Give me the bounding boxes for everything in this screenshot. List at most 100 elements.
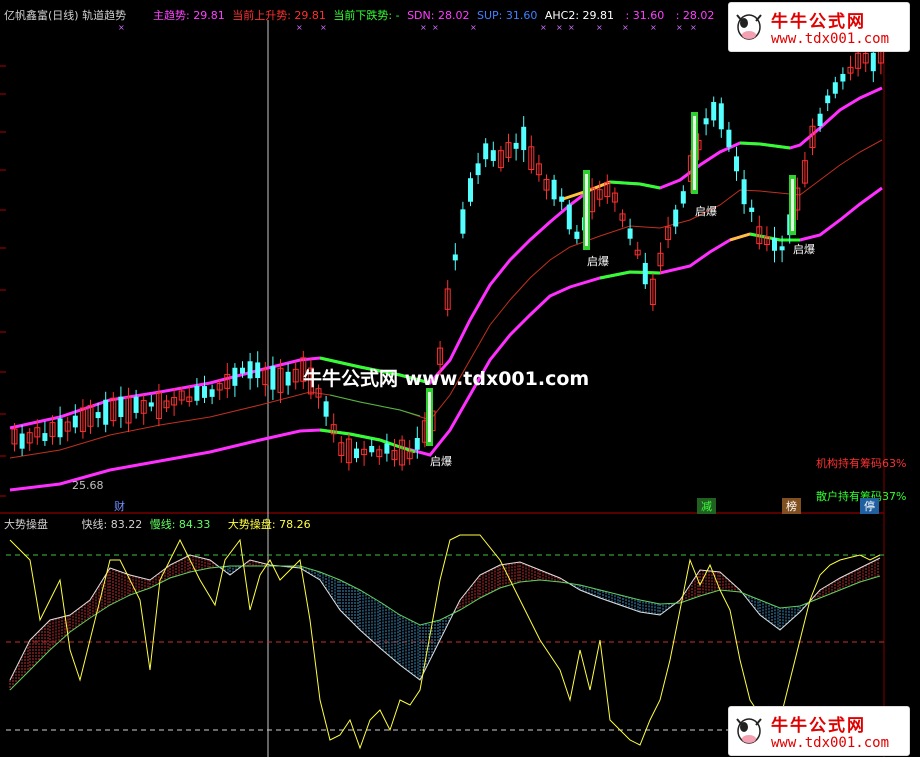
uptrend-value: : 29.81 bbox=[287, 9, 326, 22]
candle-body bbox=[468, 178, 473, 202]
candle-body bbox=[703, 118, 709, 125]
candle-body bbox=[118, 396, 124, 417]
candle-body bbox=[642, 262, 648, 285]
candle-body bbox=[551, 179, 557, 200]
candle-body bbox=[460, 209, 466, 234]
watermark-text: 牛牛公式网 www.tdx001.com bbox=[303, 368, 590, 390]
candle-body bbox=[354, 448, 359, 459]
downtrend-label: 当前下跌势 bbox=[333, 9, 389, 22]
fast-line-value: : 83.22 bbox=[103, 518, 143, 531]
svg-text:×: × bbox=[596, 23, 603, 32]
candle-body bbox=[741, 179, 747, 205]
candle-body bbox=[103, 399, 109, 425]
marker-jian[interactable]: 减 bbox=[697, 498, 716, 514]
svg-text:×: × bbox=[320, 23, 327, 32]
low-price-label: 25.68 bbox=[72, 479, 104, 492]
candle-body bbox=[285, 371, 291, 386]
candle-body bbox=[483, 143, 489, 160]
candle-body bbox=[680, 191, 686, 204]
candle-body bbox=[726, 129, 732, 148]
candle-body bbox=[475, 163, 481, 176]
sup-value: : 31.60 bbox=[498, 9, 538, 22]
candle-body bbox=[870, 52, 876, 72]
cow-logo-icon bbox=[736, 718, 762, 744]
svg-text:×: × bbox=[420, 23, 427, 32]
svg-text:×: × bbox=[650, 23, 657, 32]
candle-body bbox=[72, 415, 78, 428]
marker-ting[interactable]: 停 bbox=[860, 498, 879, 514]
candle-body bbox=[559, 196, 565, 202]
marker-bang[interactable]: 榜 bbox=[782, 498, 801, 514]
marker-cai[interactable]: 财 bbox=[110, 498, 129, 514]
candle-body bbox=[749, 207, 755, 212]
candle-body bbox=[734, 156, 739, 172]
brand-name: 牛牛公式网 bbox=[771, 12, 866, 32]
candle-body bbox=[490, 150, 496, 161]
candle-body bbox=[452, 254, 458, 261]
svg-text:×: × bbox=[676, 23, 683, 32]
candle-body bbox=[209, 389, 215, 397]
candle-body bbox=[270, 366, 276, 390]
svg-text:×: × bbox=[622, 23, 629, 32]
sub-chart-header: 大势操盘 快线: 83.22 慢线: 84.33 大势操盘: 78.26 bbox=[4, 516, 311, 532]
svg-text:×: × bbox=[540, 23, 547, 32]
qibao-label-2: 启爆 bbox=[587, 255, 609, 268]
ahc2-label: AHC2 bbox=[544, 9, 576, 22]
svg-text:×: × bbox=[556, 23, 563, 32]
candle-body bbox=[148, 402, 154, 407]
candle-body bbox=[369, 445, 375, 453]
ahc2-value: : 29.81 bbox=[575, 9, 615, 22]
signal-candle-core bbox=[791, 179, 794, 231]
candle-body bbox=[772, 238, 777, 251]
brand-url: www.tdx001.com bbox=[771, 31, 890, 47]
candle-body bbox=[57, 418, 63, 438]
main-trend-label: 主趋势 bbox=[153, 9, 186, 22]
qibao-label-4: 启爆 bbox=[793, 243, 815, 256]
main-trend-value: : 29.81 bbox=[186, 9, 225, 22]
slow-line-value: : 84.33 bbox=[171, 518, 211, 531]
indicator-values: 主趋势: 29.81 当前上升势: 29.81 当前下跌势: - SDN: 28… bbox=[153, 7, 714, 23]
upper-band-value: : 31.60 bbox=[625, 9, 665, 22]
signal-candle-core bbox=[428, 392, 431, 442]
qibao-label-3: 启爆 bbox=[695, 205, 717, 218]
candle-body bbox=[817, 113, 823, 127]
brand-badge-bottom[interactable]: 牛牛公式网 www.tdx001.com bbox=[728, 706, 910, 756]
svg-text:×: × bbox=[432, 23, 439, 32]
lower-band-value: : 28.02 bbox=[675, 9, 715, 22]
signal-candle-core bbox=[693, 116, 696, 190]
candle-body bbox=[574, 231, 580, 239]
downtrend-value: : - bbox=[388, 9, 400, 22]
brand-badge-top[interactable]: 牛牛公式网 www.tdx001.com bbox=[728, 2, 910, 52]
candle-body bbox=[42, 433, 48, 441]
candle-body bbox=[414, 437, 420, 450]
candle-body bbox=[711, 102, 717, 121]
candle-body bbox=[255, 362, 261, 379]
candle-body bbox=[202, 386, 207, 398]
uptrend-label: 当前上升势 bbox=[232, 9, 288, 22]
candle-body bbox=[627, 228, 633, 239]
svg-text:×: × bbox=[118, 23, 125, 32]
sub-chart-title: 大势操盘 bbox=[4, 518, 48, 531]
candle-body bbox=[19, 433, 25, 449]
candle-body bbox=[240, 367, 245, 374]
svg-text:×: × bbox=[296, 23, 303, 32]
candle-body bbox=[832, 82, 838, 94]
candle-body bbox=[779, 246, 785, 251]
candle-body bbox=[840, 73, 846, 82]
cow-logo-icon bbox=[736, 14, 762, 40]
candle-body bbox=[718, 103, 724, 130]
institution-chip-label: 机构持有筹码63% bbox=[816, 457, 907, 470]
svg-text:×: × bbox=[568, 23, 575, 32]
candle-body bbox=[323, 401, 329, 417]
candle-body bbox=[133, 396, 139, 413]
sup-label: SUP bbox=[476, 9, 499, 22]
sdn-value: : 28.02 bbox=[430, 9, 470, 22]
trend-line-value: : 78.26 bbox=[271, 518, 311, 531]
header-bar: 亿帆鑫富(日线) 轨道趋势 bbox=[4, 7, 126, 23]
candle-body bbox=[521, 126, 527, 151]
brand-url: www.tdx001.com bbox=[771, 735, 890, 751]
sdn-label: SDN bbox=[407, 9, 431, 22]
candle-body bbox=[513, 142, 519, 149]
fast-line-label: 快线 bbox=[81, 518, 104, 531]
candle-body bbox=[232, 367, 238, 386]
